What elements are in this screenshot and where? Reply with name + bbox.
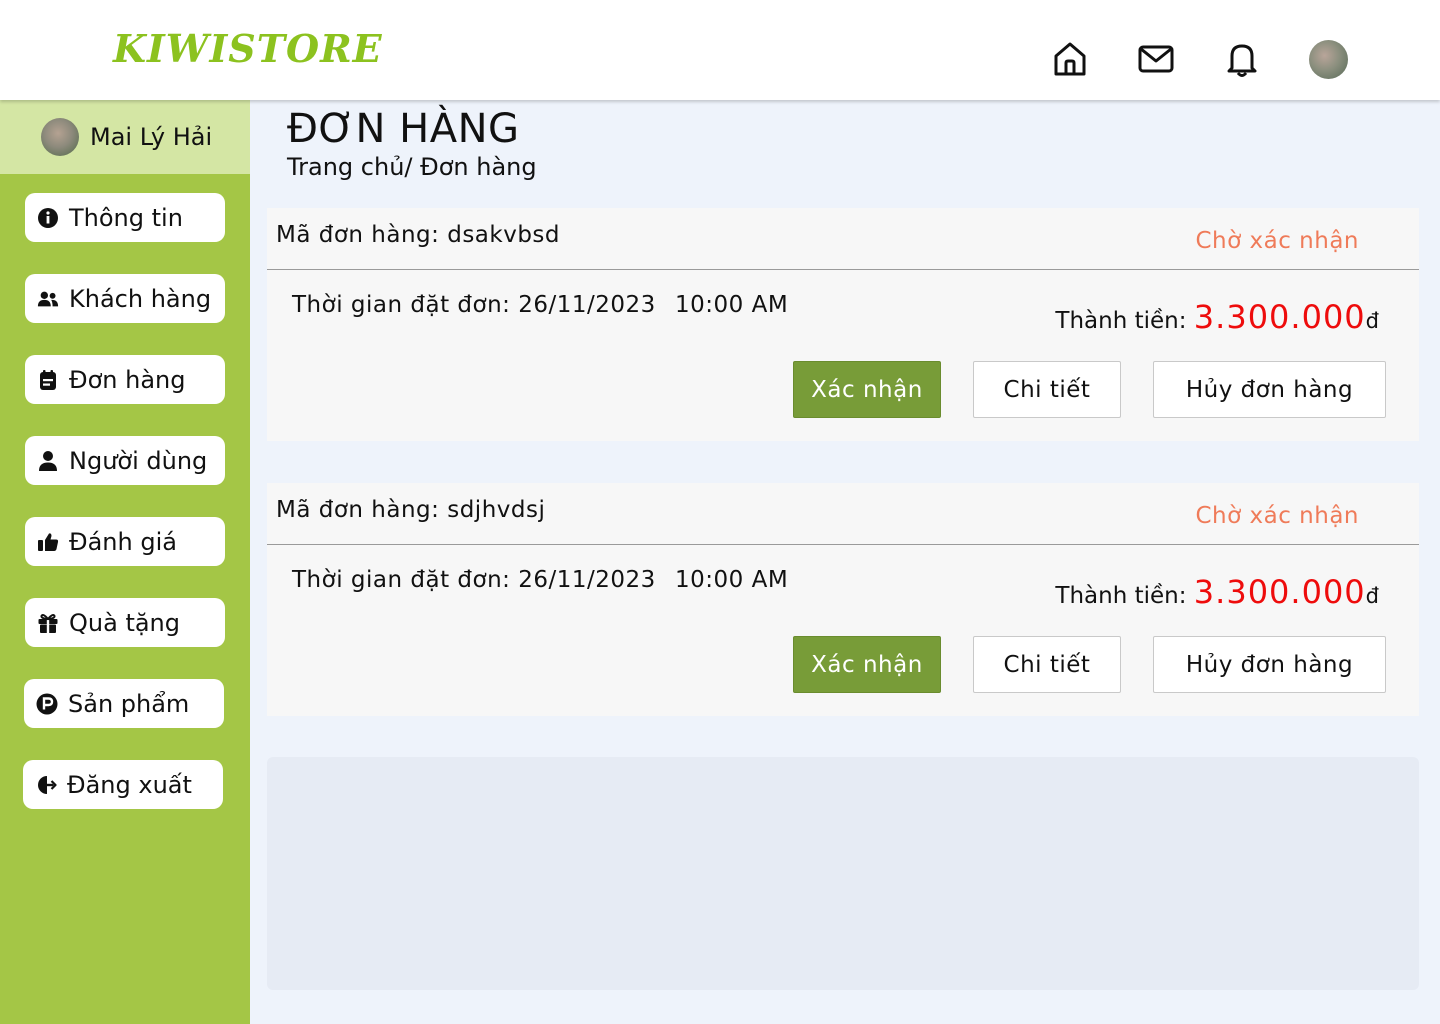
sidebar-user: Mai Lý Hải	[0, 100, 250, 174]
order-card: Mã đơn hàng: sdjhvdsj Chờ xác nhận Thời …	[267, 483, 1419, 716]
sidebar-item-reviews[interactable]: Đánh giá	[25, 517, 225, 566]
info-icon	[37, 207, 59, 229]
sidebar-item-label: Khách hàng	[69, 284, 212, 313]
orders-icon	[37, 369, 59, 391]
sidebar-item-gifts[interactable]: Quà tặng	[25, 598, 225, 647]
confirm-button[interactable]: Xác nhận	[793, 636, 941, 693]
divider	[267, 269, 1419, 270]
sidebar-item-label: Người dùng	[69, 446, 208, 475]
store-logo[interactable]: KIWISTORE	[113, 26, 383, 71]
order-total: Thành tiền: 3.300.000đ	[1055, 573, 1379, 611]
product-icon	[36, 693, 58, 715]
sidebar-item-label: Đăng xuất	[67, 770, 192, 799]
sidebar-item-products[interactable]: Sản phẩm	[24, 679, 224, 728]
sidebar-item-logout[interactable]: Đăng xuất	[23, 760, 223, 809]
total-amount: 3.300.000	[1193, 573, 1366, 611]
avatar	[41, 118, 79, 156]
sidebar-item-label: Sản phẩm	[68, 689, 190, 718]
sidebar-item-label: Thông tin	[69, 203, 183, 232]
mail-icon[interactable]	[1138, 40, 1174, 78]
logout-icon	[35, 774, 57, 796]
bell-icon[interactable]	[1224, 40, 1260, 78]
order-time: 10:00 AM	[675, 567, 789, 593]
page-title: ĐƠN HÀNG	[287, 106, 520, 152]
user-name: Mai Lý Hải	[90, 123, 213, 151]
currency-symbol: đ	[1365, 584, 1379, 608]
sidebar-item-label: Đánh giá	[69, 527, 177, 556]
divider	[267, 544, 1419, 545]
currency-symbol: đ	[1365, 309, 1379, 333]
confirm-button[interactable]: Xác nhận	[793, 361, 941, 418]
order-id: Mã đơn hàng: dsakvbsd	[276, 222, 561, 248]
breadcrumb[interactable]: Trang chủ/ Đơn hàng	[287, 153, 537, 181]
sidebar: Mai Lý Hải Thông tin Khách hàng Đơn hàng…	[0, 100, 250, 1024]
home-icon[interactable]	[1052, 40, 1088, 78]
gift-icon	[37, 612, 59, 634]
total-amount: 3.300.000	[1193, 298, 1366, 336]
empty-panel	[267, 757, 1419, 990]
order-status: Chờ xác nhận	[1195, 228, 1359, 254]
sidebar-item-info[interactable]: Thông tin	[25, 193, 225, 242]
order-time: 10:00 AM	[675, 292, 789, 318]
user-icon	[37, 450, 59, 472]
order-id: Mã đơn hàng: sdjhvdsj	[276, 497, 546, 523]
detail-button[interactable]: Chi tiết	[973, 636, 1121, 693]
sidebar-item-users[interactable]: Người dùng	[25, 436, 225, 485]
cancel-order-button[interactable]: Hủy đơn hàng	[1153, 361, 1386, 418]
sidebar-item-customers[interactable]: Khách hàng	[25, 274, 225, 323]
thumbs-up-icon	[37, 531, 59, 553]
total-label: Thành tiền:	[1055, 583, 1194, 609]
order-card: Mã đơn hàng: dsakvbsd Chờ xác nhận Thời …	[267, 208, 1419, 441]
header-avatar[interactable]	[1309, 40, 1348, 79]
sidebar-item-label: Quà tặng	[69, 608, 180, 637]
order-total: Thành tiền: 3.300.000đ	[1055, 298, 1379, 336]
detail-button[interactable]: Chi tiết	[973, 361, 1121, 418]
sidebar-item-orders[interactable]: Đơn hàng	[25, 355, 225, 404]
top-header: KIWISTORE	[0, 0, 1440, 100]
sidebar-item-label: Đơn hàng	[69, 365, 186, 394]
cancel-order-button[interactable]: Hủy đơn hàng	[1153, 636, 1386, 693]
order-date: Thời gian đặt đơn: 26/11/2023	[292, 567, 656, 593]
order-date: Thời gian đặt đơn: 26/11/2023	[292, 292, 656, 318]
users-icon	[37, 288, 59, 310]
total-label: Thành tiền:	[1055, 308, 1194, 334]
order-status: Chờ xác nhận	[1195, 503, 1359, 529]
